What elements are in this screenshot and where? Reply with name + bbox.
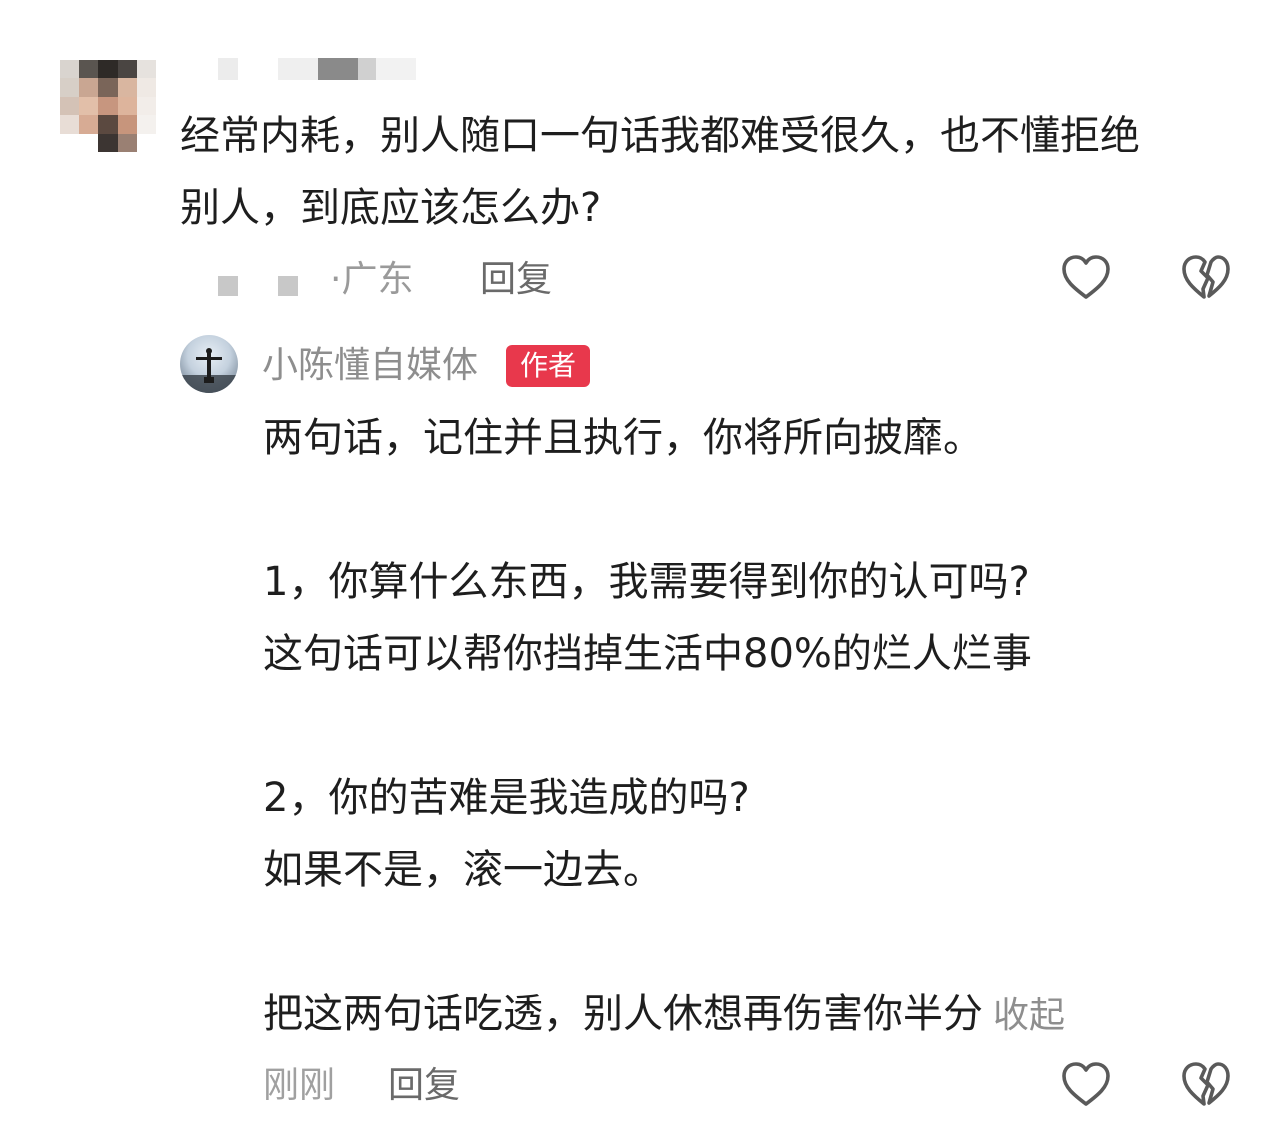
reply-text-line: 把这两句话吃透，别人休想再伤害你半分: [263, 991, 983, 1037]
statue-silhouette-icon: [180, 348, 238, 393]
comment-location: ·广东: [330, 259, 414, 300]
reply-text-line: 两句话，记住并且执行，你将所向披靡。: [263, 415, 983, 461]
broken-heart-icon: [1182, 1062, 1230, 1106]
reply-reply-button[interactable]: 回复: [388, 1056, 460, 1116]
reply-text-line: 这句话可以帮你挡掉生活中80%的烂人烂事: [263, 631, 1032, 677]
reply-text-line: 1，你算什么东西，我需要得到你的认可吗?: [263, 559, 1030, 605]
commenter-avatar[interactable]: [60, 60, 156, 152]
heart-outline-icon: [1062, 255, 1110, 299]
author-badge: 作者: [506, 345, 590, 387]
collapse-button[interactable]: 收起: [993, 995, 1065, 1036]
author-avatar[interactable]: [180, 335, 238, 393]
reply-text: 两句话，记住并且执行，你将所向披靡。 1，你算什么东西，我需要得到你的认可吗? …: [263, 402, 1163, 1050]
author-name[interactable]: 小陈懂自媒体: [262, 338, 478, 394]
reply-text-line: 如果不是，滚一边去。: [263, 847, 663, 893]
reply-blank-line: [263, 906, 1163, 978]
reply-dislike-button[interactable]: [1178, 1057, 1234, 1113]
heart-outline-icon: [1062, 1062, 1110, 1106]
date-redacted: [218, 276, 238, 296]
reply-text-last-line: 把这两句话吃透，别人休想再伤害你半分 收起: [263, 978, 1163, 1050]
reply-text-line: 2，你的苦难是我造成的吗?: [263, 775, 750, 821]
commenter-name-redacted: [218, 58, 418, 80]
comment-like-button[interactable]: [1058, 250, 1114, 306]
comment-text: 经常内耗，别人随口一句话我都难受很久，也不懂拒绝 别人，到底应该怎么办?: [180, 100, 1240, 244]
comment-text-line: 经常内耗，别人随口一句话我都难受很久，也不懂拒绝: [180, 113, 1140, 159]
reply-blank-line: [263, 690, 1163, 762]
comment-reply-button[interactable]: 回复: [480, 250, 552, 310]
broken-heart-icon: [1182, 255, 1230, 299]
comment-dislike-button[interactable]: [1178, 250, 1234, 306]
comment-text-line: 别人，到底应该怎么办?: [180, 185, 602, 231]
reply-blank-line: [263, 474, 1163, 546]
date-redacted: [278, 276, 298, 296]
reply-timestamp: 刚刚: [263, 1065, 336, 1106]
reply-like-button[interactable]: [1058, 1057, 1114, 1113]
